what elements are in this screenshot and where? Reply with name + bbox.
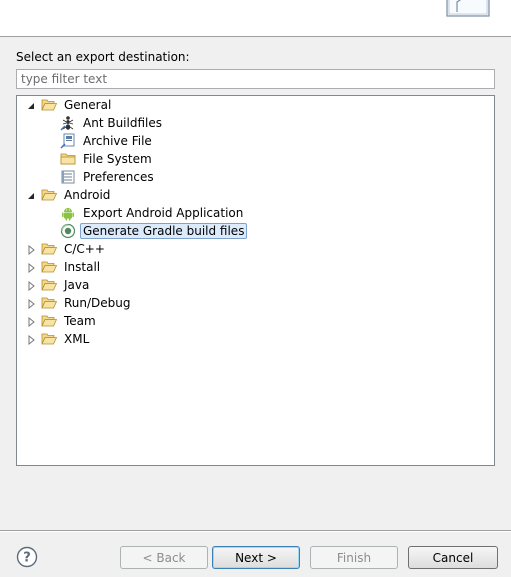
- tree-item-cpp[interactable]: C/C++: [41, 240, 108, 258]
- tree-item-file-system[interactable]: File System: [60, 150, 155, 168]
- tree-item-label: File System: [83, 152, 152, 166]
- folder-open-icon: [41, 189, 57, 201]
- export-wizard-banner-icon: [446, 0, 490, 17]
- tree-item-label: Archive File: [83, 134, 152, 148]
- tree-item-ant-buildfiles[interactable]: Ant Buildfiles: [60, 114, 165, 132]
- expanded-chevron-icon[interactable]: [26, 101, 36, 111]
- svg-text:?: ?: [23, 551, 31, 566]
- wizard-header: [0, 0, 511, 37]
- gradle-icon: [60, 223, 76, 239]
- help-icon[interactable]: ?: [16, 546, 38, 568]
- preferences-icon: [61, 170, 75, 184]
- tree-item-label: Export Android Application: [83, 206, 244, 220]
- tree-item-export-android-application[interactable]: Export Android Application: [60, 204, 246, 222]
- folder-open-icon: [41, 315, 57, 327]
- tree-item-generate-gradle-build-files[interactable]: Generate Gradle build files: [60, 222, 248, 240]
- tree-item-label: C/C++: [64, 242, 105, 256]
- next-button[interactable]: Next >: [212, 546, 300, 569]
- tree-item-label: Ant Buildfiles: [83, 116, 162, 130]
- tree-item-xml[interactable]: XML: [41, 330, 92, 348]
- tree-item-label: Android: [64, 188, 111, 202]
- tree-item-preferences[interactable]: Preferences: [60, 168, 157, 186]
- back-button[interactable]: < Back: [120, 546, 208, 569]
- tree-item-archive-file[interactable]: Archive File: [60, 132, 155, 150]
- tree-item-label: Run/Debug: [64, 296, 131, 310]
- folder-open-icon: [41, 333, 57, 345]
- collapsed-chevron-icon[interactable]: [26, 335, 36, 345]
- tree-item-label: Preferences: [83, 170, 154, 184]
- folder-open-icon: [41, 297, 57, 309]
- export-destination-label: Select an export destination:: [16, 50, 190, 64]
- android-icon: [62, 208, 74, 221]
- folder-icon: [60, 153, 76, 165]
- collapsed-chevron-icon[interactable]: [26, 263, 36, 273]
- tree-item-label: General: [64, 98, 112, 112]
- folder-open-icon: [41, 279, 57, 291]
- archive-icon: [60, 133, 75, 149]
- tree-item-label: Generate Gradle build files: [80, 223, 248, 239]
- filter-input[interactable]: [16, 69, 495, 89]
- collapsed-chevron-icon[interactable]: [26, 245, 36, 255]
- export-wizard-tree[interactable]: General Ant Buildfiles Archive File File…: [16, 95, 495, 466]
- collapsed-chevron-icon[interactable]: [26, 317, 36, 327]
- tree-item-label: Install: [64, 260, 101, 274]
- collapsed-chevron-icon[interactable]: [26, 299, 36, 309]
- ant-icon: [60, 116, 74, 131]
- tree-item-java[interactable]: Java: [41, 276, 92, 294]
- tree-item-run-debug[interactable]: Run/Debug: [41, 294, 134, 312]
- tree-item-team[interactable]: Team: [41, 312, 99, 330]
- cancel-button[interactable]: Cancel: [408, 546, 498, 569]
- folder-open-icon: [41, 99, 57, 111]
- tree-item-label: Team: [64, 314, 96, 328]
- collapsed-chevron-icon[interactable]: [26, 281, 36, 291]
- tree-item-label: XML: [64, 332, 90, 346]
- tree-item-install[interactable]: Install: [41, 258, 103, 276]
- tree-item-android[interactable]: Android: [41, 186, 113, 204]
- folder-open-icon: [41, 261, 57, 273]
- expanded-chevron-icon[interactable]: [26, 191, 36, 201]
- folder-open-icon: [41, 243, 57, 255]
- tree-item-label: Java: [64, 278, 90, 292]
- finish-button[interactable]: Finish: [310, 546, 398, 569]
- button-bar-divider: [0, 530, 511, 532]
- tree-item-general[interactable]: General: [41, 96, 114, 114]
